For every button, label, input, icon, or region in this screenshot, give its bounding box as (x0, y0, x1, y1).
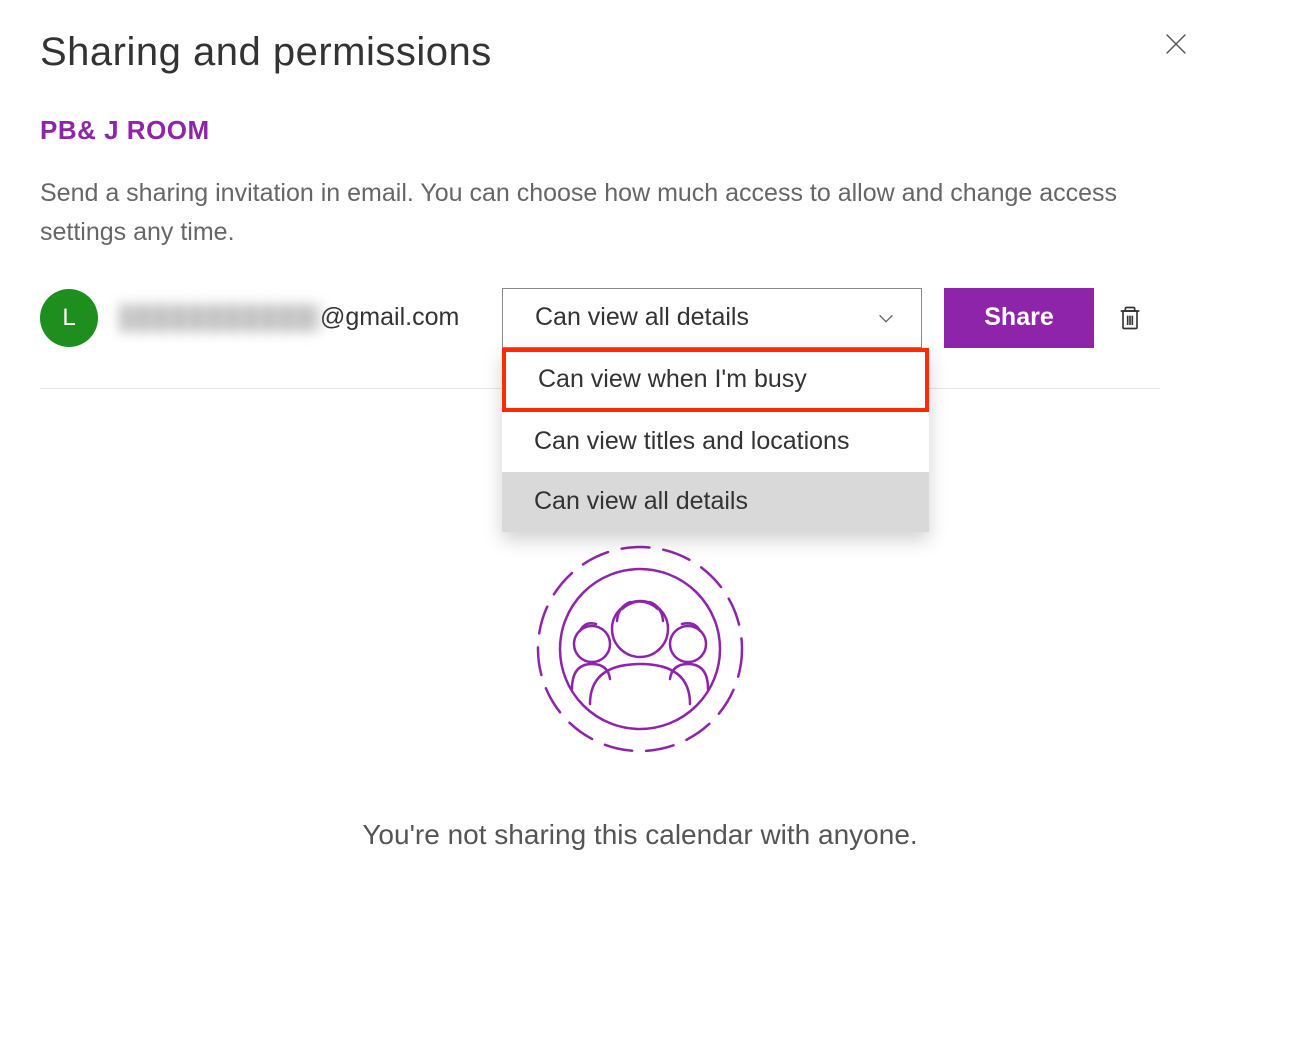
permission-dropdown: Can view when I'm busy Can view titles a… (502, 348, 929, 532)
page-title: Sharing and permissions (40, 30, 1240, 75)
close-button[interactable] (1162, 30, 1190, 58)
permission-option-label: Can view titles and locations (534, 427, 849, 456)
invitee-email: @gmail.com (120, 303, 480, 332)
permission-option-titles-locations[interactable]: Can view titles and locations (502, 412, 929, 472)
invite-row: L @gmail.com Can view all details Can vi… (40, 288, 1160, 389)
email-local-redacted (120, 304, 320, 332)
empty-state-message: You're not sharing this calendar with an… (362, 819, 917, 851)
permission-option-busy[interactable]: Can view when I'm busy (502, 348, 929, 412)
empty-state: You're not sharing this calendar with an… (40, 539, 1240, 851)
email-domain: @gmail.com (320, 303, 459, 332)
people-illustration-icon (530, 539, 750, 759)
permission-option-all-details[interactable]: Can view all details (502, 472, 929, 532)
permission-select[interactable]: Can view all details (502, 288, 922, 348)
trash-icon (1116, 304, 1144, 332)
permission-option-label: Can view when I'm busy (538, 365, 807, 394)
chevron-down-icon (875, 307, 897, 329)
sharing-description: Send a sharing invitation in email. You … (40, 174, 1200, 252)
calendar-name: PB& J ROOM (40, 115, 1240, 146)
avatar-initial: L (62, 304, 75, 332)
permission-selected-label: Can view all details (535, 303, 749, 332)
avatar: L (40, 289, 98, 347)
permission-option-label: Can view all details (534, 487, 748, 516)
sharing-permissions-panel: Sharing and permissions PB& J ROOM Send … (0, 0, 1300, 1052)
share-button[interactable]: Share (944, 288, 1094, 348)
permission-select-wrap: Can view all details Can view when I'm b… (502, 288, 922, 348)
close-icon (1162, 30, 1190, 58)
share-button-label: Share (984, 303, 1053, 332)
delete-button[interactable] (1116, 304, 1144, 332)
